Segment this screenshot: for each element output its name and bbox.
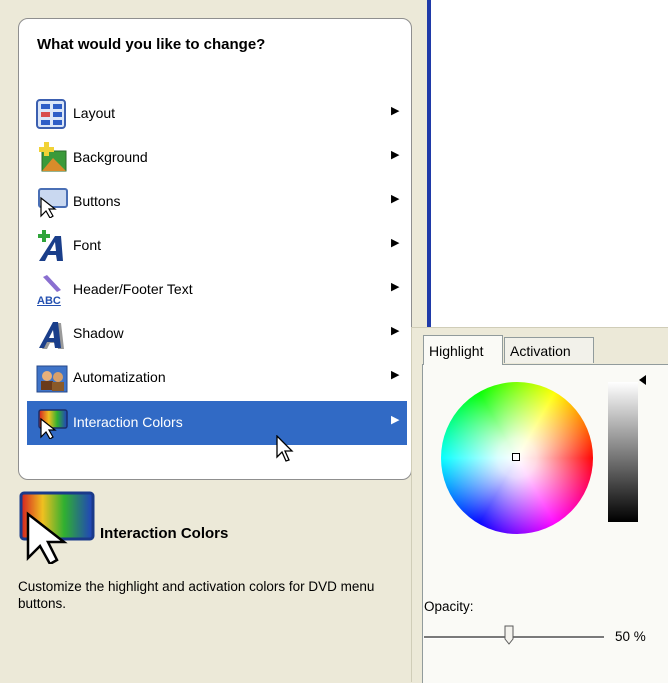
automatization-icon — [36, 365, 68, 393]
svg-text:ABC: ABC — [37, 295, 61, 306]
shadow-icon — [39, 322, 64, 349]
interaction-colors-large-icon — [19, 491, 95, 564]
menu-item-interaction-colors[interactable]: Interaction Colors ▶ — [27, 401, 407, 445]
font-icon — [38, 230, 63, 261]
menu-item-label: Header/Footer Text — [73, 281, 193, 297]
menu-item-label: Automatization — [73, 369, 166, 385]
submenu-arrow-icon: ▶ — [391, 281, 400, 293]
change-menu-panel: What would you like to change? Layout ▶ … — [18, 18, 412, 480]
header-footer-text-icon: ABC — [37, 275, 61, 306]
submenu-arrow-icon: ▶ — [391, 105, 400, 117]
tab-activation[interactable]: Activation — [504, 337, 594, 363]
layout-icon — [36, 99, 66, 129]
opacity-slider-thumb[interactable] — [504, 625, 514, 645]
opacity-slider-track[interactable] — [424, 636, 604, 639]
submenu-arrow-icon: ▶ — [391, 414, 400, 426]
submenu-arrow-icon: ▶ — [391, 193, 400, 205]
menu-item-layout[interactable]: Layout ▶ — [27, 92, 407, 136]
menu-item-background[interactable]: Background ▶ — [27, 136, 407, 180]
interaction-colors-icon — [38, 409, 68, 439]
menu-item-label: Background — [73, 149, 148, 165]
menu-item-label: Shadow — [73, 325, 124, 341]
description-text: Customize the highlight and activation c… — [18, 579, 375, 611]
color-panel: Activation Highlight Opacity: 50 % — [411, 327, 668, 683]
submenu-arrow-icon: ▶ — [391, 369, 400, 381]
color-wheel[interactable] — [441, 382, 593, 534]
description-title: Interaction Colors — [100, 525, 229, 542]
menu-item-label: Interaction Colors — [73, 414, 183, 430]
submenu-arrow-icon: ▶ — [391, 237, 400, 249]
background-icon — [39, 142, 67, 172]
menu-item-font[interactable]: Font ▶ — [27, 224, 407, 268]
menu-item-label: Buttons — [73, 193, 121, 209]
menu-item-header-footer-text[interactable]: ABC Header/Footer Text ▶ — [27, 268, 407, 312]
buttons-icon — [38, 188, 68, 218]
window-edge — [427, 0, 431, 328]
menu-item-label: Font — [73, 237, 102, 253]
opacity-label: Opacity: — [424, 599, 474, 614]
submenu-arrow-icon: ▶ — [391, 149, 400, 161]
menu-title: What would you like to change? — [37, 36, 266, 53]
tab-highlight[interactable]: Highlight — [423, 335, 503, 365]
menu-item-label: Layout — [73, 105, 116, 121]
menu-item-automatization[interactable]: Automatization ▶ — [27, 356, 407, 400]
menu-item-shadow[interactable]: Shadow ▶ — [27, 312, 407, 356]
mouse-cursor-icon — [276, 435, 294, 462]
brightness-slider[interactable] — [608, 382, 638, 522]
menu-item-buttons[interactable]: Buttons ▶ — [27, 180, 407, 224]
brightness-pointer-icon[interactable] — [639, 375, 646, 385]
opacity-value: 50 % — [615, 629, 646, 644]
color-picker-marker[interactable] — [512, 453, 520, 461]
submenu-arrow-icon: ▶ — [391, 325, 400, 337]
